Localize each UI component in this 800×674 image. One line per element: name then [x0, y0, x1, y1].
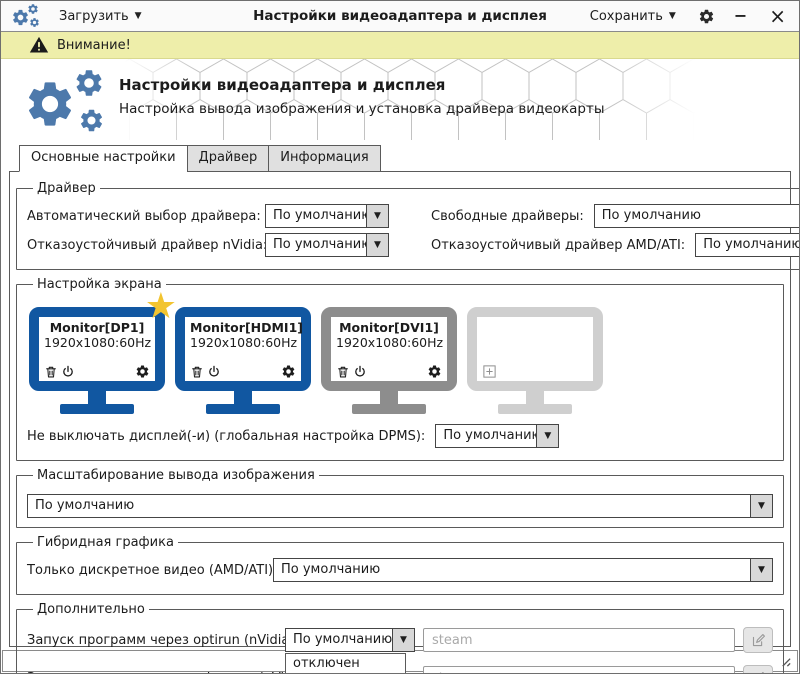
group-extra-legend: Дополнительно — [33, 602, 149, 617]
group-extra: Дополнительно Запуск программ через opti… — [16, 602, 784, 674]
dpms-label: Не выключать дисплей(-и) (глобальная нас… — [27, 429, 425, 444]
delete-monitor-icon[interactable] — [44, 365, 58, 379]
close-button[interactable]: × — [766, 9, 789, 23]
failsafe-nvidia-label: Отказоустойчивый драйвер nVidia: — [27, 238, 265, 253]
free-drivers-label: Свободные драйверы: — [431, 209, 584, 224]
page-title: Настройки видеоадаптера и дисплея — [119, 76, 445, 94]
monitor-name: Monitor[DP1] — [44, 320, 150, 335]
chevron-down-icon: ▼ — [135, 11, 142, 21]
warning-text: Внимание! — [57, 38, 131, 53]
failsafe-nvidia-select[interactable]: По умолчанию ▼ — [265, 233, 389, 257]
add-monitor-icon[interactable] — [482, 364, 497, 379]
group-scaling-legend: Масштабирование вывода изображения — [33, 468, 319, 483]
scaling-select[interactable]: По умолчанию ▼ — [27, 494, 773, 518]
monitor-mode: 1920x1080:60Hz — [44, 335, 150, 350]
app-gears-logo — [23, 67, 115, 137]
minimize-button[interactable]: − — [731, 11, 750, 21]
optirun-select[interactable]: По умолчанию ▼ — [285, 628, 415, 652]
settings-gear-button[interactable] — [698, 8, 715, 25]
dpms-select[interactable]: По умолчанию ▼ — [435, 424, 559, 448]
primusrun-label: Запуск программ через primusun (nVidia): — [27, 671, 285, 674]
hexagon-pattern — [106, 59, 704, 140]
discrete-video-label: Только дискретное видео (AMD/ATI): — [27, 563, 273, 578]
group-driver-legend: Драйвер — [33, 181, 100, 196]
discrete-video-select[interactable]: По умолчанию ▼ — [273, 558, 773, 582]
primusrun-edit-button[interactable] — [743, 665, 773, 674]
load-button[interactable]: Загрузить ▼ — [53, 6, 148, 27]
monitor-dvi1[interactable]: Monitor[DVI1] 1920x1080:60Hz — [321, 307, 457, 414]
optirun-option-disabled[interactable]: отключен — [286, 654, 405, 673]
power-monitor-icon[interactable] — [353, 365, 367, 379]
chevron-down-icon: ▼ — [669, 11, 676, 21]
tab-bar: Основные настройки Драйвер Информация — [1, 145, 799, 172]
primusrun-program-input[interactable] — [423, 666, 735, 674]
app-header: Настройки видеоадаптера и дисплея Настро… — [1, 59, 799, 145]
group-hybrid-legend: Гибридная графика — [33, 535, 178, 550]
monitor-settings-gear-icon[interactable] — [281, 364, 296, 379]
group-driver: Драйвер Автоматический выбор драйвера: П… — [16, 181, 800, 270]
monitor-settings-gear-icon[interactable] — [135, 364, 150, 379]
monitor-settings-gear-icon[interactable] — [427, 364, 442, 379]
delete-monitor-icon[interactable] — [336, 365, 350, 379]
warning-bar[interactable]: Внимание! — [1, 32, 799, 59]
monitor-add-slot[interactable] — [467, 307, 603, 414]
group-screen-legend: Настройка экрана — [33, 277, 166, 292]
chevron-down-icon: ▼ — [750, 559, 772, 581]
page-subtitle: Настройка вывода изображения и установка… — [119, 101, 605, 117]
chevron-down-icon: ▼ — [366, 234, 388, 256]
optirun-label: Запуск программ через optirun (nVidia): — [27, 633, 285, 648]
optirun-dropdown-list: отключен включен — [285, 653, 406, 674]
tab-main-settings[interactable]: Основные настройки — [19, 145, 187, 172]
tab-content-panel: Драйвер Автоматический выбор драйвера: П… — [9, 171, 791, 647]
load-button-label: Загрузить — [59, 9, 129, 24]
chevron-down-icon: ▼ — [750, 495, 772, 517]
monitor-list: ★ Monitor[DP1] 1920x1080:60Hz — [29, 307, 771, 414]
save-button[interactable]: Сохранить ▼ — [584, 6, 682, 27]
monitor-name: Monitor[HDMI1] — [190, 320, 296, 335]
failsafe-amd-label: Отказоустойчивый драйвер AMD/ATI: — [431, 238, 685, 253]
app-logo-icon — [11, 3, 41, 29]
delete-monitor-icon[interactable] — [190, 365, 204, 379]
monitor-mode: 1920x1080:60Hz — [336, 335, 442, 350]
titlebar: Загрузить ▼ Настройки видеоадаптера и ди… — [1, 1, 799, 32]
group-screen: Настройка экрана ★ Monitor[DP1] 1920x108… — [16, 277, 784, 461]
power-monitor-icon[interactable] — [207, 365, 221, 379]
monitor-dp1[interactable]: ★ Monitor[DP1] 1920x1080:60Hz — [29, 307, 165, 414]
chevron-down-icon: ▼ — [366, 205, 388, 227]
monitor-name: Monitor[DVI1] — [336, 320, 442, 335]
optirun-edit-button[interactable] — [743, 627, 773, 653]
monitor-hdmi1[interactable]: Monitor[HDMI1] 1920x1080:60Hz — [175, 307, 311, 414]
tab-information[interactable]: Информация — [268, 145, 380, 172]
chevron-down-icon: ▼ — [536, 425, 558, 447]
optirun-program-input[interactable] — [423, 628, 735, 652]
tab-driver[interactable]: Драйвер — [187, 145, 269, 172]
warning-icon — [29, 35, 49, 55]
monitor-mode: 1920x1080:60Hz — [190, 335, 296, 350]
app-window: Загрузить ▼ Настройки видеоадаптера и ди… — [0, 0, 800, 674]
auto-driver-label: Автоматический выбор драйвера: — [27, 209, 265, 224]
auto-driver-select[interactable]: По умолчанию ▼ — [265, 204, 389, 228]
save-button-label: Сохранить — [590, 9, 663, 24]
group-scaling: Масштабирование вывода изображения По ум… — [16, 468, 784, 528]
group-hybrid: Гибридная графика Только дискретное виде… — [16, 535, 784, 595]
chevron-down-icon: ▼ — [392, 629, 414, 651]
free-drivers-select[interactable]: По умолчанию ▼ — [594, 204, 800, 228]
failsafe-amd-select[interactable]: По умолчанию ▼ — [695, 233, 800, 257]
power-monitor-icon[interactable] — [61, 365, 75, 379]
